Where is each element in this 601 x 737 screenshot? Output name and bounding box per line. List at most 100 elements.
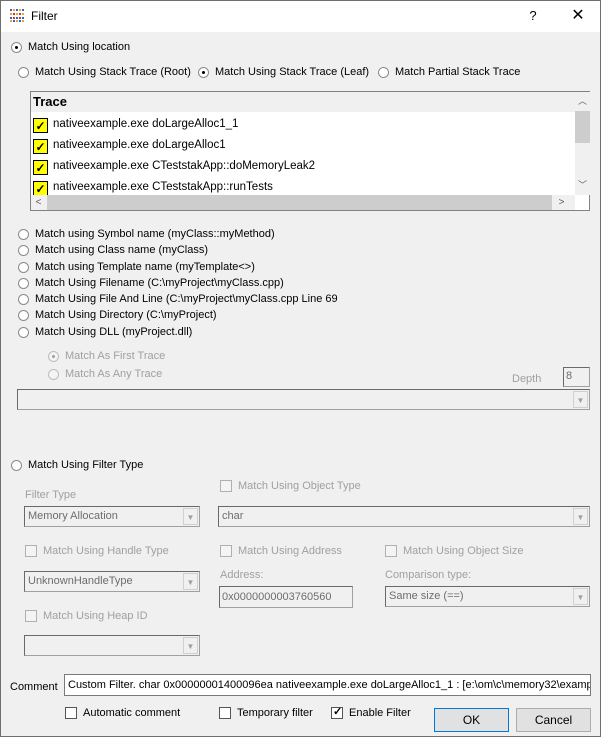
trace-row-checkbox[interactable]: ✓ [33,118,48,133]
address-value: 0x0000000003760560 [222,591,332,603]
object-type-combo[interactable]: char ▼ [218,506,590,527]
depth-label: Depth [512,373,542,385]
trace-row[interactable]: ✓ nativeexample.exe doLargeAlloc1 [31,136,575,157]
grid-icon [10,9,24,23]
comparison-type-combo[interactable]: Same size (==) ▼ [385,586,590,607]
dropdown-arrow-icon[interactable]: ▼ [183,508,198,525]
vertical-scrollbar[interactable]: ︿ ﹀ [575,92,590,195]
address-field[interactable]: 0x0000000003760560 [219,586,353,608]
match-object-size-checkbox[interactable] [385,545,397,557]
handle-type-value: UnknownHandleType [28,575,133,587]
window-title: Filter [31,9,58,23]
dropdown-arrow-icon[interactable]: ▼ [573,588,588,605]
temporary-filter-checkbox[interactable] [219,707,231,719]
horizontal-scroll-thumb[interactable] [47,195,552,210]
heap-id-combo[interactable]: ▼ [24,635,200,656]
match-heap-id-label: Match Using Heap ID [43,610,148,622]
filter-dialog: Filter ? ✕ Match Using location Match Us… [0,0,601,737]
comparison-type-label: Comparison type: [385,569,472,581]
handle-type-combo[interactable]: UnknownHandleType ▼ [24,571,200,592]
match-handle-type-label: Match Using Handle Type [43,545,169,557]
depth-value: 8 [566,370,573,382]
comment-label: Comment [10,681,58,693]
match-object-type-checkbox[interactable] [220,480,232,492]
stack-leaf-radio[interactable] [198,67,209,78]
match-symbol-radio[interactable] [18,229,29,240]
match-location-label: Match Using location [28,41,131,53]
match-object-type-label: Match Using Object Type [238,480,361,492]
filter-type-label: Filter Type [25,489,77,501]
match-object-size-label: Match Using Object Size [403,545,524,557]
stack-leaf-label: Match Using Stack Trace (Leaf) [215,66,370,78]
trace-row[interactable]: ✓ nativeexample.exe CTeststakApp::runTes… [31,178,575,195]
enable-filter-checkbox[interactable] [331,705,343,719]
trace-column-header[interactable]: Trace [31,92,575,112]
match-filename-radio[interactable] [18,278,29,289]
match-symbol-label: Match using Symbol name (myClass::myMeth… [35,228,275,240]
match-dll-radio[interactable] [18,327,29,338]
trace-list[interactable]: Trace ✓ nativeexample.exe doLargeAlloc1_… [30,91,590,211]
trace-row-text: nativeexample.exe doLargeAlloc1 [53,139,226,151]
match-filter-type-label: Match Using Filter Type [28,459,144,471]
filter-type-value: Memory Allocation [28,510,118,522]
match-class-radio[interactable] [18,245,29,256]
vertical-scroll-thumb[interactable] [575,111,590,143]
title-bar: Filter ? ✕ [1,1,600,32]
match-filter-type-radio[interactable] [11,460,22,471]
dropdown-arrow-icon[interactable]: ▼ [573,391,588,408]
object-type-value: char [222,510,244,522]
help-button[interactable]: ? [521,5,545,27]
match-location-radio[interactable] [11,42,22,53]
match-template-radio[interactable] [18,262,29,273]
trace-row-text: nativeexample.exe CTeststakApp::runTests [53,181,273,193]
comparison-type-value: Same size (==) [389,590,464,602]
chevron-up-icon[interactable]: ︿ [575,94,590,109]
chevron-left-icon[interactable]: < [31,195,46,210]
match-first-trace-radio[interactable] [48,351,59,362]
match-any-trace-radio[interactable] [48,369,59,380]
match-filename-label: Match Using Filename (C:\myProject\myCla… [35,277,284,289]
trace-row[interactable]: ✓ nativeexample.exe CTeststakApp::doMemo… [31,157,575,178]
match-address-label: Match Using Address [238,545,342,557]
match-address-checkbox[interactable] [220,545,232,557]
match-file-line-label: Match Using File And Line (C:\myProject\… [35,293,338,305]
automatic-comment-checkbox[interactable] [65,707,77,719]
chevron-right-icon[interactable]: > [554,195,569,210]
dropdown-arrow-icon[interactable]: ▼ [183,573,198,590]
trace-row-checkbox[interactable]: ✓ [33,160,48,175]
stack-partial-label: Match Partial Stack Trace [395,66,521,78]
trace-row[interactable]: ✓ nativeexample.exe doLargeAlloc1_1 [31,115,575,136]
trace-row-text: nativeexample.exe doLargeAlloc1_1 [53,118,239,130]
ok-button[interactable]: OK [434,708,509,732]
match-dll-label: Match Using DLL (myProject.dll) [35,326,193,338]
horizontal-scrollbar[interactable]: < > [31,195,575,210]
depth-field[interactable]: 8 [563,367,590,387]
stack-root-label: Match Using Stack Trace (Root) [35,66,191,78]
comment-input[interactable]: Custom Filter. char 0x00000001400096ea n… [64,674,591,696]
match-heap-id-checkbox[interactable] [25,610,37,622]
location-combo[interactable]: ▼ [17,389,590,410]
trace-row-checkbox[interactable]: ✓ [33,139,48,154]
match-directory-radio[interactable] [18,310,29,321]
chevron-down-icon[interactable]: ﹀ [575,178,590,193]
stack-partial-radio[interactable] [378,67,389,78]
dropdown-arrow-icon[interactable]: ▼ [183,637,198,654]
match-template-label: Match using Template name (myTemplate<>) [35,261,255,273]
match-file-line-radio[interactable] [18,294,29,305]
temporary-filter-label: Temporary filter [237,707,313,719]
comment-value: Custom Filter. char 0x00000001400096ea n… [68,679,591,691]
match-handle-type-checkbox[interactable] [25,545,37,557]
filter-type-combo[interactable]: Memory Allocation ▼ [24,506,200,527]
cancel-button[interactable]: Cancel [516,708,591,732]
automatic-comment-label: Automatic comment [83,707,181,719]
trace-row-text: nativeexample.exe CTeststakApp::doMemory… [53,160,316,172]
match-directory-label: Match Using Directory (C:\myProject) [35,309,217,321]
stack-root-radio[interactable] [18,67,29,78]
close-icon: ✕ [571,7,585,24]
enable-filter-label: Enable Filter [349,707,411,719]
close-button[interactable]: ✕ [563,5,593,27]
match-class-label: Match using Class name (myClass) [35,244,208,256]
match-first-trace-label: Match As First Trace [65,350,166,362]
trace-row-checkbox[interactable]: ✓ [33,181,48,195]
dropdown-arrow-icon[interactable]: ▼ [573,508,588,525]
